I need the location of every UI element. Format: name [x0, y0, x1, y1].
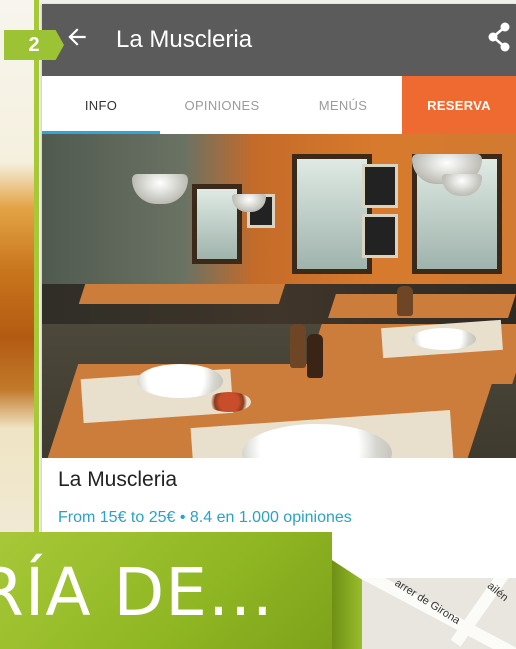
tab-menus[interactable]: MENÚS	[284, 76, 402, 134]
restaurant-photo	[42, 134, 516, 458]
headline-text: RÍA DE...	[0, 554, 274, 631]
restaurant-price-rating: From 15€ to 25€ • 8.4 en 1.000 opiniones	[58, 509, 352, 526]
arrow-left-icon[interactable]	[64, 24, 90, 50]
tab-bar: INFO OPINIONES MENÚS RESERVA	[42, 76, 516, 134]
map-street-label: arrer de Girona	[392, 578, 463, 627]
magazine-headline-banner: RÍA DE...	[0, 532, 332, 649]
location-map[interactable]: arrer de Girona ailén	[350, 578, 516, 649]
app-title: La Muscleria	[116, 26, 253, 53]
tab-info[interactable]: INFO	[42, 76, 160, 134]
app-bar: La Muscleria	[42, 4, 516, 76]
tab-opiniones[interactable]: OPINIONES	[160, 76, 284, 134]
restaurant-name: La Muscleria	[58, 468, 178, 491]
tab-reserva[interactable]: RESERVA	[402, 76, 516, 134]
share-icon[interactable]	[488, 22, 510, 52]
step-number-badge: 2	[4, 30, 64, 60]
